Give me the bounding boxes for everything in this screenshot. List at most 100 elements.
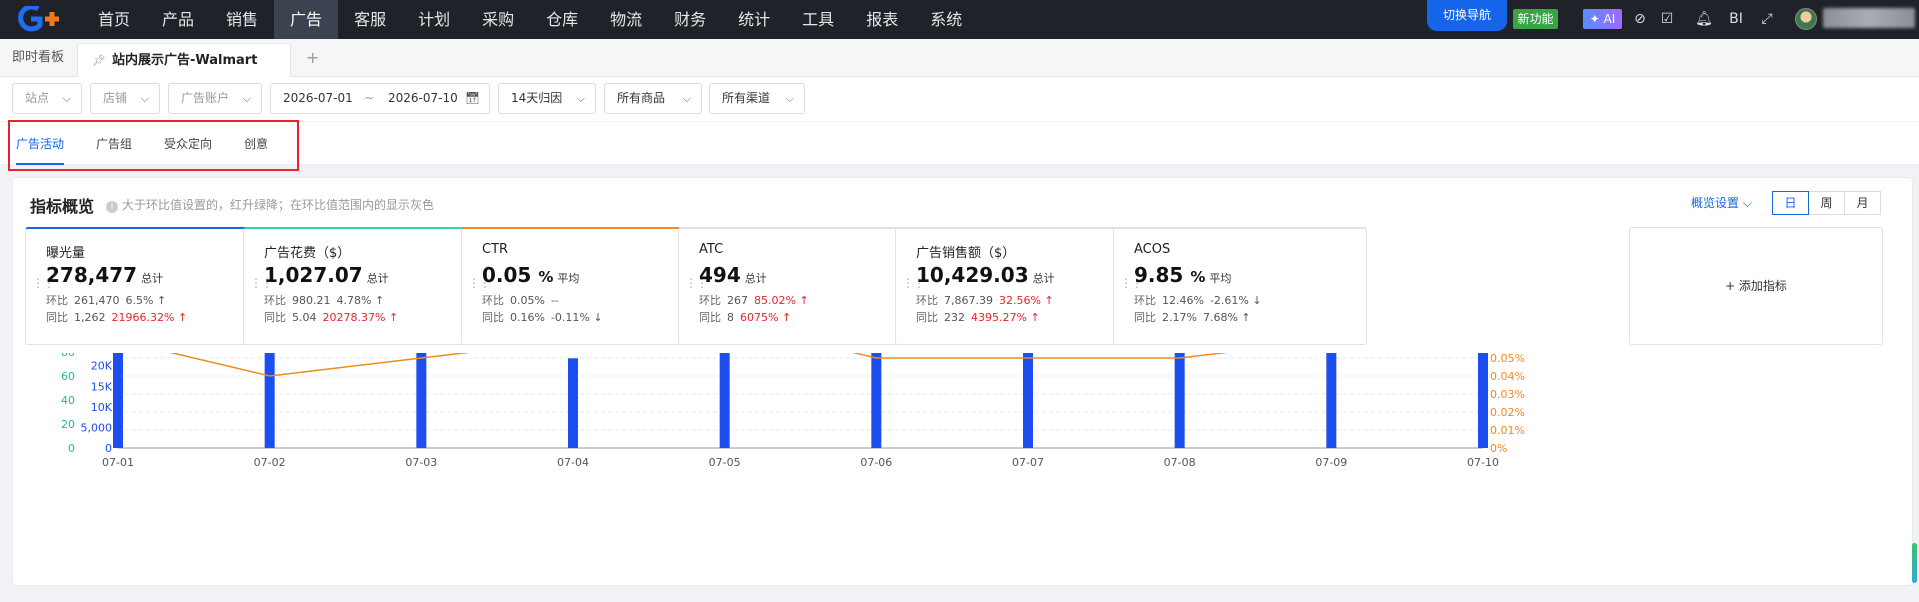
yoy-value: 0.16% [510, 311, 545, 324]
mom-percent: -- [550, 294, 559, 307]
metric-value: 494 [699, 263, 741, 287]
ad-account-label: 广告账户 [181, 91, 230, 105]
metric-aggregation: 总计 [1032, 272, 1055, 285]
x-tick-label: 07-04 [557, 456, 589, 469]
chevron-down-icon: ⌵ [242, 92, 251, 105]
nav-item-11[interactable]: 工具 [786, 0, 850, 39]
overview-settings-dropdown[interactable]: 概览设置 ⌵ [1691, 194, 1752, 211]
metric-card[interactable]: ⋮⋮ 广告销售额（$） 10,429.03 总计 环比 7,867.39 32.56% ↑ 同… [895, 227, 1149, 345]
nav-item-0[interactable]: 首页 [82, 0, 146, 39]
metric-aggregation: 总计 [141, 272, 164, 285]
period-toggle: 日 周 月 [1772, 191, 1881, 215]
mom-value: 7,867.39 [944, 294, 993, 307]
nav-item-10[interactable]: 统计 [722, 0, 786, 39]
ai-button[interactable]: ✦ AI [1583, 9, 1622, 29]
nav-item-2[interactable]: 销售 [210, 0, 274, 39]
x-tick-label: 07-06 [860, 456, 892, 469]
mom-value: 261,470 [74, 294, 120, 307]
bar [1326, 353, 1337, 448]
trend-arrow-icon: ↑ [177, 311, 188, 324]
yoy-percent: 21966.32% [111, 311, 175, 324]
metric-yoy-row: 同比 8 6075% ↑ [699, 309, 791, 325]
username-blurred[interactable] [1823, 8, 1915, 28]
x-tick-label: 07-10 [1467, 456, 1499, 469]
logo-icon[interactable] [18, 6, 64, 32]
yoy-percent: 6075% [740, 311, 779, 324]
yoy-label: 同比 [916, 311, 938, 324]
metric-card[interactable]: ⋮⋮ 曝光量 278,477 总计 环比 261,470 6.5% ↑ 同比 1,262 2196… [25, 227, 279, 345]
yoy-value: 2.17% [1162, 311, 1197, 324]
top-navbar: 首页 产品 销售 广告 客服 计划 采购 仓库 物流 财务 统计 工具 报表 系统 切换导航 新功能 ✦ … [0, 0, 1919, 39]
trend-arrow-icon: ↑ [1030, 311, 1040, 324]
date-start[interactable]: 2026-07-01 [283, 84, 353, 113]
metric-card[interactable]: ⋮⋮ CTR 0.05 % 平均 环比 0.05% -- 同比 0.16% -0.11% ↓ [461, 227, 715, 345]
overview-card: 指标概览 i 大于环比值设置的，红升绿降；在环比值范围内的显示灰色 概览设置 ⌵ … [12, 177, 1913, 586]
filter-bar: 站点 ⌵ 店铺 ⌵ 广告账户 ⌵ 2026-07-01 ~ 2026-07-10 📅︎… [0, 77, 1919, 121]
bell-icon[interactable]: 🔔︎ [1694, 9, 1714, 29]
trend-arrow-icon: ↑ [781, 311, 792, 324]
compass-icon[interactable]: ⊘ [1630, 9, 1650, 29]
bar [871, 353, 882, 448]
y-tick-left-teal: 0 [68, 442, 75, 455]
nav-item-8[interactable]: 物流 [594, 0, 658, 39]
channels-select[interactable]: 所有渠道 ⌵ [709, 83, 805, 114]
add-tab-button[interactable]: + [306, 39, 319, 77]
overview-title: 指标概览 [30, 197, 95, 216]
nav-item-13[interactable]: 系统 [914, 0, 978, 39]
avatar[interactable] [1795, 8, 1817, 30]
switch-nav-button[interactable]: 切换导航 [1427, 0, 1507, 31]
nav-item-6[interactable]: 采购 [466, 0, 530, 39]
nav-item-9[interactable]: 财务 [658, 0, 722, 39]
fullscreen-icon[interactable]: ⤢ [1757, 9, 1777, 29]
shop-select[interactable]: 店铺 ⌵ [90, 83, 160, 114]
page-tabbar: 即时看板 📌︎ 站内展示广告-Walmart + [0, 39, 1919, 78]
period-day-button[interactable]: 日 [1772, 191, 1809, 215]
bar [1023, 353, 1033, 448]
chevron-down-icon: ⌵ [1742, 196, 1752, 210]
nav-item-1[interactable]: 产品 [146, 0, 210, 39]
hint-text: 大于环比值设置的，红升绿降；在环比值范围内的显示灰色 [122, 198, 435, 212]
chevron-down-icon: ⌵ [140, 92, 149, 105]
bar [568, 358, 578, 448]
checkbox-icon[interactable]: ☑ [1657, 9, 1677, 29]
scrollbar-thumb[interactable] [1912, 543, 1917, 583]
mom-value: 980.21 [292, 294, 331, 307]
add-metric-button[interactable]: + 添加指标 [1629, 227, 1883, 345]
yoy-label: 同比 [699, 311, 721, 324]
metric-card[interactable]: ⋮⋮ 广告花费（$） 1,027.07 总计 环比 980.21 4.78% ↑ 同比 5.04… [243, 227, 497, 345]
metric-aggregation: 总计 [744, 272, 767, 285]
mom-label: 环比 [1134, 294, 1156, 307]
mom-value: 0.05% [510, 294, 545, 307]
products-select[interactable]: 所有商品 ⌵ [604, 83, 702, 114]
ad-account-select[interactable]: 广告账户 ⌵ [168, 83, 262, 114]
metric-yoy-row: 同比 0.16% -0.11% ↓ [482, 309, 603, 325]
chevron-down-icon: ⌵ [576, 92, 585, 105]
metric-mom-row: 环比 267 85.02% ↑ [699, 292, 809, 308]
metric-unit: % [1190, 268, 1206, 286]
nav-item-3[interactable]: 广告 [274, 0, 339, 39]
tab-dashboard[interactable]: 即时看板 [12, 39, 64, 77]
bar [719, 353, 730, 448]
nav-item-4[interactable]: 客服 [338, 0, 402, 39]
metric-card[interactable]: ⋮⋮ ATC 494 总计 环比 267 85.02% ↑ 同比 8 6075% ↑ [678, 227, 932, 345]
metric-card[interactable]: ⋮⋮ ACOS 9.85 % 平均 环比 12.46% -2.61% ↓ 同比 2.17% 7.6… [1113, 227, 1367, 345]
site-select[interactable]: 站点 ⌵ [12, 83, 82, 114]
y-tick-left-blue: 5,000 [81, 421, 113, 434]
y-tick-left-teal: 20 [61, 418, 75, 431]
date-range-picker[interactable]: 2026-07-01 ~ 2026-07-10 📅︎ [270, 83, 490, 114]
metric-mom-row: 环比 0.05% -- [482, 292, 559, 308]
tab-active[interactable]: 📌︎ 站内展示广告-Walmart [77, 43, 291, 78]
metric-name: CTR [482, 242, 509, 257]
nav-item-7[interactable]: 仓库 [530, 0, 594, 39]
trend-arrow-icon: ↑ [799, 294, 809, 307]
y-tick-left-teal: 80 [61, 353, 75, 359]
nav-item-5[interactable]: 计划 [402, 0, 466, 39]
attribution-select[interactable]: 14天归因 ⌵ [498, 83, 596, 114]
nav-item-12[interactable]: 报表 [850, 0, 914, 39]
period-week-button[interactable]: 周 [1808, 191, 1845, 215]
pin-icon[interactable]: 📌︎ [92, 54, 106, 67]
period-month-button[interactable]: 月 [1844, 191, 1881, 215]
date-end[interactable]: 2026-07-10 [388, 84, 458, 113]
bi-icon[interactable]: BI [1726, 9, 1746, 29]
new-feature-badge[interactable]: 新功能 [1513, 9, 1558, 29]
